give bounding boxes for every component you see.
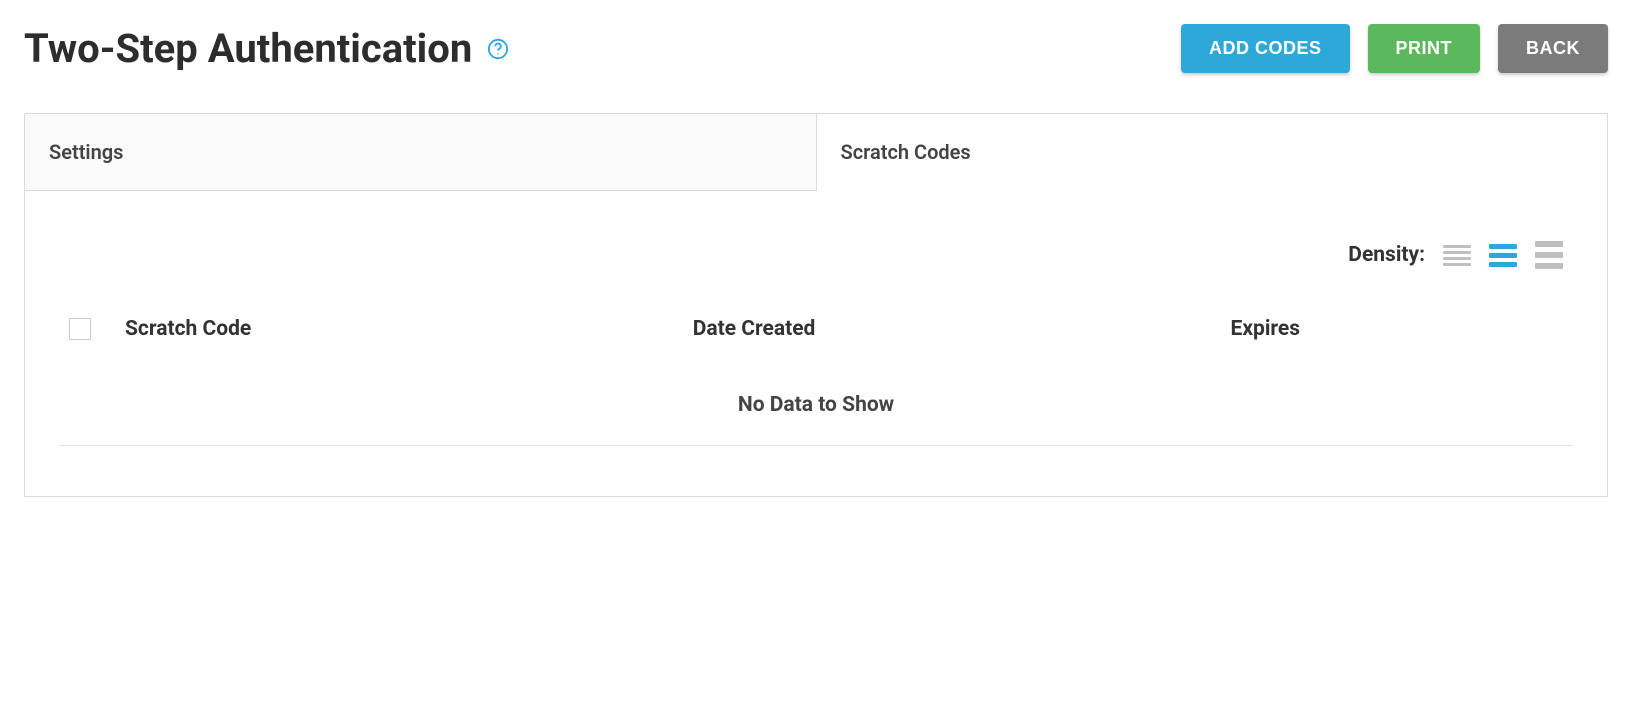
density-label: Density: xyxy=(1348,243,1425,267)
density-large-icon[interactable] xyxy=(1535,241,1563,269)
print-button[interactable]: PRINT xyxy=(1368,24,1481,73)
density-normal-icon[interactable] xyxy=(1489,244,1517,267)
page-title: Two-Step Authentication xyxy=(24,25,472,72)
density-row: Density: xyxy=(45,241,1587,269)
tab-scratch-codes[interactable]: Scratch Codes xyxy=(817,114,1608,191)
select-all-cell xyxy=(69,318,125,340)
help-icon[interactable] xyxy=(486,37,510,61)
header-actions: ADD CODES PRINT BACK xyxy=(1181,24,1608,73)
scratch-codes-table: Scratch Code Date Created Expires No Dat… xyxy=(45,305,1587,446)
main-panel: Settings Scratch Codes Density: Scratch … xyxy=(24,113,1608,497)
table-header: Scratch Code Date Created Expires xyxy=(45,305,1587,365)
add-codes-button[interactable]: ADD CODES xyxy=(1181,24,1350,73)
title-wrap: Two-Step Authentication xyxy=(24,25,510,72)
tabs: Settings Scratch Codes xyxy=(25,114,1607,191)
tab-settings[interactable]: Settings xyxy=(25,114,817,191)
empty-message: No Data to Show xyxy=(59,365,1573,446)
page-header: Two-Step Authentication ADD CODES PRINT … xyxy=(24,24,1608,73)
density-compact-icon[interactable] xyxy=(1443,245,1471,266)
column-date-created[interactable]: Date Created xyxy=(693,317,1231,341)
column-expires[interactable]: Expires xyxy=(1231,317,1563,341)
select-all-checkbox[interactable] xyxy=(69,318,91,340)
back-button[interactable]: BACK xyxy=(1498,24,1608,73)
column-scratch-code[interactable]: Scratch Code xyxy=(125,317,693,341)
tab-content: Density: Scratch Code Date Created Expir… xyxy=(25,191,1607,496)
